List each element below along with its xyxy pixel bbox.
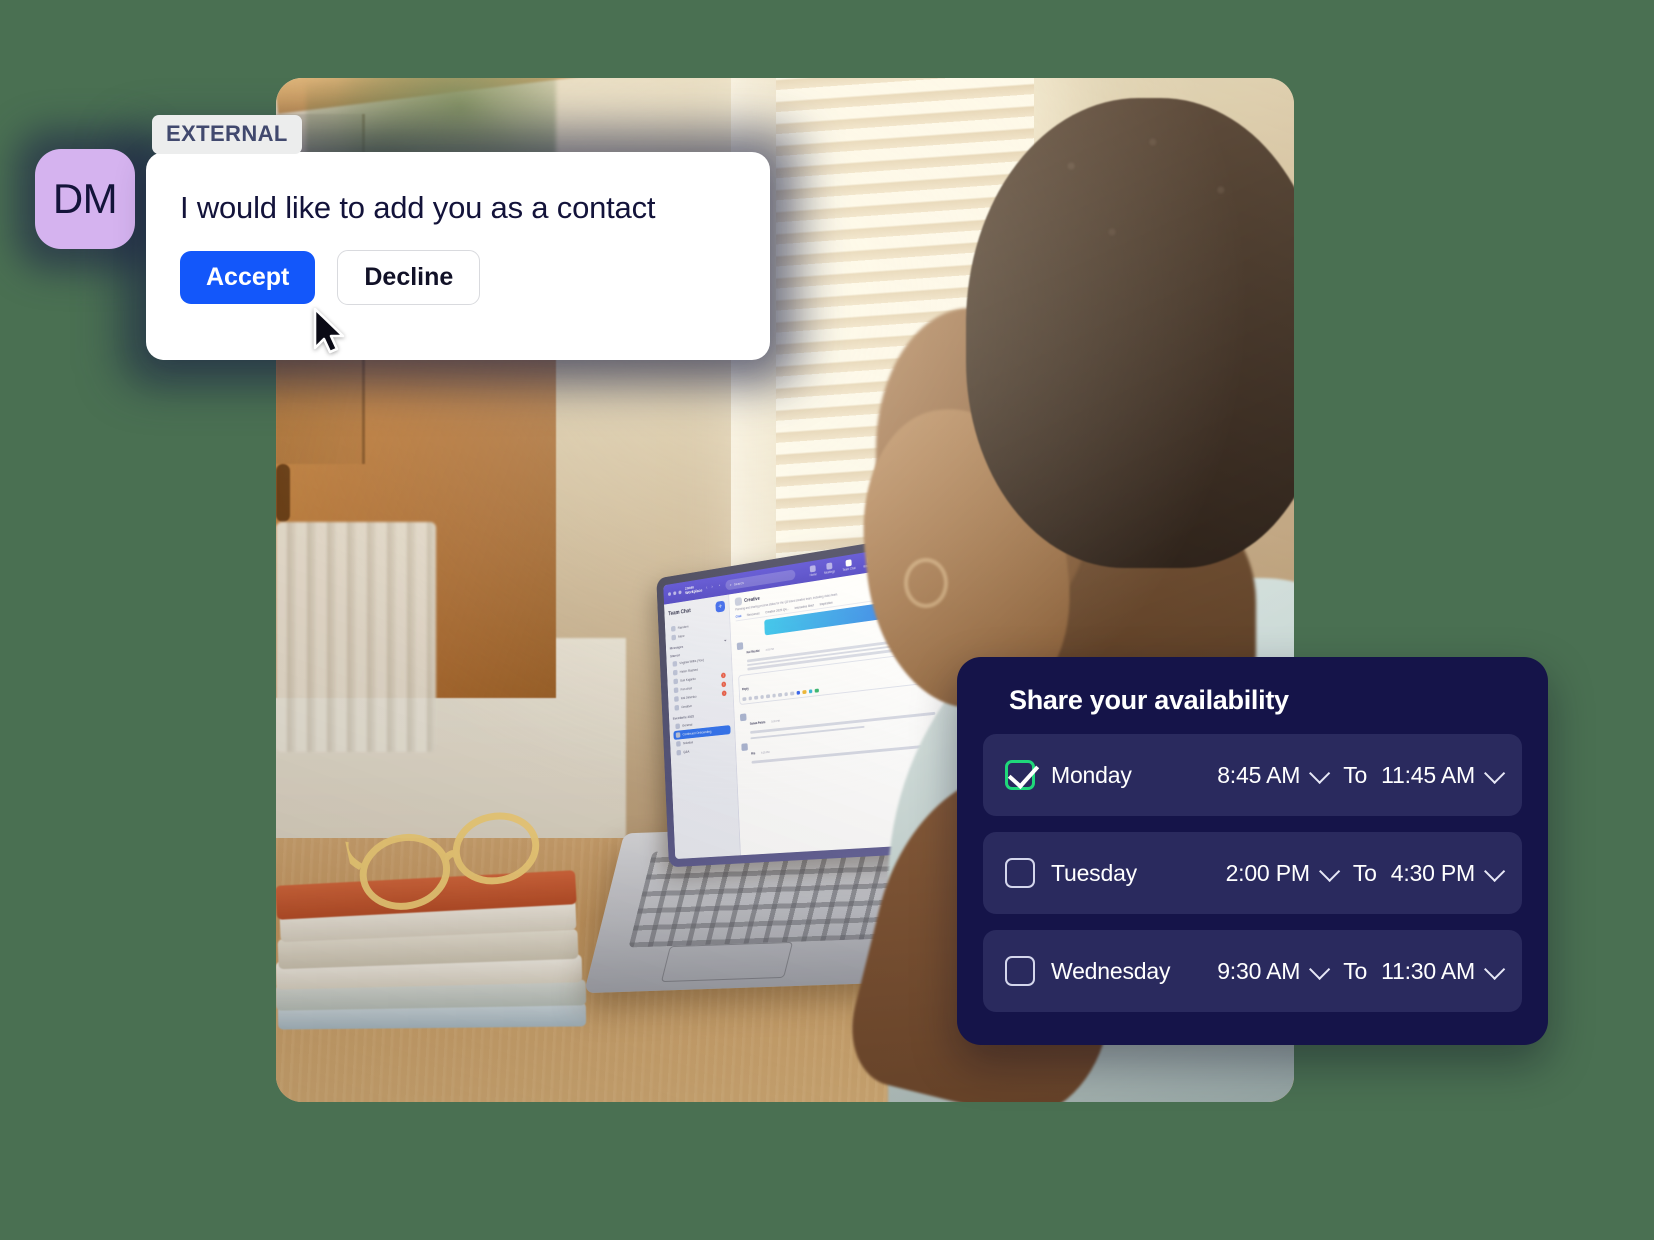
window-maximize-dot[interactable] (678, 590, 682, 595)
chevron-down-icon (1484, 958, 1506, 980)
hash-icon (676, 749, 682, 756)
availability-start-time[interactable]: 9:30 AM (1217, 958, 1331, 985)
avatar (741, 743, 748, 752)
availability-row[interactable]: Tuesday 2:00 PM To 4:30 PM (983, 832, 1522, 914)
availability-end-time[interactable]: 11:30 AM (1381, 958, 1506, 985)
decline-button[interactable]: Decline (337, 250, 481, 305)
availability-title: Share your availability (1009, 685, 1289, 715)
app-sidebar: Team Chat + Random More Messages ⏷ Starr… (664, 594, 741, 860)
person-ear (904, 558, 948, 608)
home-icon (809, 565, 816, 573)
accept-button[interactable]: Accept (180, 251, 316, 304)
avatar (673, 687, 679, 694)
image-icon[interactable] (765, 694, 770, 699)
search-icon: ⌕ (729, 581, 732, 587)
app-nav-team-chat[interactable]: Team Chat (842, 559, 856, 572)
at-mention-icon[interactable] (777, 692, 782, 698)
app-yellow-icon[interactable] (802, 689, 807, 695)
window-controls[interactable] (668, 590, 682, 597)
nav-back-forward-icons[interactable]: ‹ › (706, 584, 714, 591)
hash-icon (670, 625, 676, 632)
checkbox-unchecked[interactable] (1005, 956, 1035, 986)
person-hair (976, 100, 1294, 400)
code-icon[interactable] (784, 691, 788, 697)
ellipsis-icon (671, 634, 677, 641)
hash-icon (675, 723, 681, 730)
app-brand: zoom Workplace (684, 585, 703, 596)
tab-resources[interactable]: Resources (747, 612, 760, 618)
availability-day: Tuesday (1051, 859, 1137, 886)
availability-end-time[interactable]: 4:30 PM (1391, 860, 1506, 887)
availability-to-label: To (1343, 957, 1368, 984)
app-blue-icon[interactable] (796, 690, 801, 696)
contact-request-message: I would like to add you as a contact (180, 190, 656, 225)
chevron-down-icon (1309, 762, 1331, 784)
chat-bubble-icon (845, 559, 852, 567)
unread-badge: 1 (721, 690, 727, 697)
availability-end-time[interactable]: 11:45 AM (1381, 762, 1506, 789)
share-availability-panel: Share your availability Monday 8:45 AM T… (957, 657, 1548, 1045)
window-minimize-dot[interactable] (673, 591, 677, 596)
app-green-icon[interactable] (814, 688, 819, 693)
emoji-icon[interactable] (748, 696, 752, 701)
avatar (673, 678, 679, 685)
avatar (674, 696, 679, 702)
tab-interactive-brief[interactable]: Interactive Brief (794, 604, 813, 611)
send-icon[interactable] (742, 696, 747, 702)
avatar (672, 660, 678, 667)
availability-to-label: To (1352, 859, 1377, 886)
attach-icon[interactable] (754, 695, 758, 700)
checkbox-checked[interactable] (1005, 760, 1035, 790)
filter-icon[interactable]: ⏷ (724, 639, 727, 643)
chevron-down-icon (1309, 958, 1331, 980)
channel-avatar (734, 596, 743, 607)
avatar (739, 713, 747, 722)
pointer-arrow-icon (313, 308, 345, 354)
chevron-down-icon (1318, 860, 1341, 882)
hash-icon (676, 741, 681, 747)
app-cyan-icon[interactable] (808, 689, 813, 694)
cabinet-handle (276, 464, 290, 522)
availability-day: Monday (1051, 761, 1132, 788)
availability-row[interactable]: Wednesday 9:30 AM To 11:30 AM (983, 930, 1522, 1012)
contact-request-actions: Accept Decline (180, 250, 736, 305)
contact-request-card: I would like to add you as a contact Acc… (146, 152, 770, 360)
app-nav-meetings[interactable]: Meetings (824, 562, 835, 575)
chevron-down-icon (1484, 762, 1506, 784)
whiteboard-icon[interactable] (790, 691, 794, 696)
avatar (736, 642, 744, 651)
tab-inspiration[interactable]: Inspiration (820, 601, 833, 607)
availability-start-time[interactable]: 8:45 AM (1217, 762, 1331, 789)
window-close-dot[interactable] (668, 592, 672, 597)
radiator (276, 522, 436, 752)
avatar (672, 669, 678, 676)
availability-day: Wednesday (1051, 957, 1171, 984)
unread-badge: 2 (720, 672, 726, 679)
new-chat-button[interactable]: + (715, 600, 726, 613)
hash-icon (674, 704, 680, 711)
availability-start-time[interactable]: 2:00 PM (1226, 860, 1341, 887)
file-icon[interactable] (760, 694, 764, 700)
external-badge: EXTERNAL (152, 115, 302, 154)
app-nav-home[interactable]: Home (809, 565, 817, 577)
tab-chat[interactable]: Chat (735, 614, 741, 618)
microphone-icon[interactable] (771, 693, 776, 698)
chevron-down-icon (1484, 860, 1506, 882)
history-icon[interactable]: ◔ (718, 583, 722, 589)
dm-avatar[interactable]: DM (35, 149, 135, 249)
composite-stage: zoom Workplace ‹ › ◔ ⌕ Search Home Meeti… (0, 0, 1654, 1240)
video-camera-icon (826, 562, 833, 570)
availability-row[interactable]: Monday 8:45 AM To 11:45 AM (983, 734, 1522, 816)
laptop-trackpad (660, 941, 794, 983)
unread-badge: 3 (721, 681, 727, 688)
tab-creative-doc[interactable]: Creative 2025 Q4... (765, 607, 789, 614)
availability-to-label: To (1343, 761, 1368, 788)
checkbox-unchecked[interactable] (1005, 858, 1035, 888)
hash-icon (675, 732, 681, 738)
